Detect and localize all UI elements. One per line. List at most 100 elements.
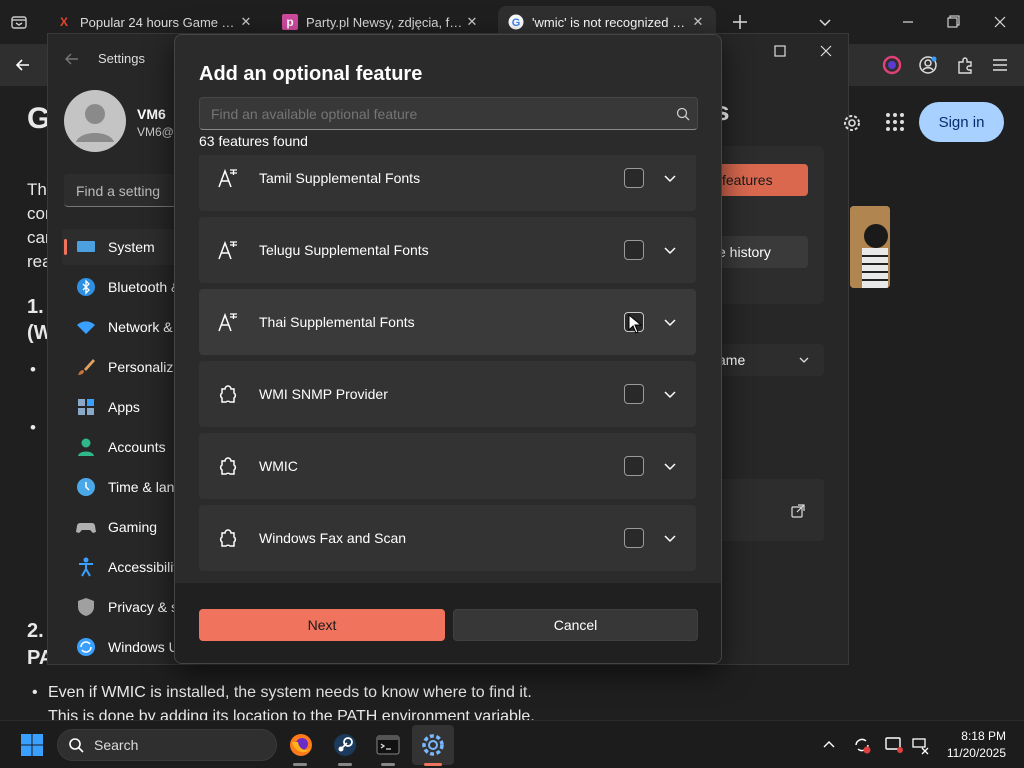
- bluetooth-icon: [77, 278, 95, 296]
- settings-close-icon[interactable]: [819, 44, 833, 58]
- display-icon[interactable]: [884, 735, 904, 755]
- dialog-title: Add an optional feature: [199, 63, 423, 85]
- feature-checkbox[interactable]: [624, 528, 644, 548]
- settings-back-icon[interactable]: [64, 51, 80, 67]
- sync-alert-icon[interactable]: [852, 735, 872, 755]
- windows-update-icon: [77, 638, 95, 656]
- clock-date[interactable]: 11/20/2025: [940, 746, 1006, 760]
- feature-name: Thai Supplemental Fonts: [259, 314, 415, 330]
- section-heading: 1.: [27, 296, 44, 318]
- running-indicator: [381, 763, 395, 766]
- restore-icon[interactable]: [946, 14, 962, 30]
- chevron-down-icon[interactable]: [662, 530, 678, 546]
- feature-name: WMI SNMP Provider: [259, 386, 388, 402]
- new-tab-icon[interactable]: [731, 13, 749, 31]
- feature-name: Tamil Supplemental Fonts: [259, 170, 421, 186]
- accessibility-icon: [79, 557, 93, 577]
- cancel-button[interactable]: Cancel: [453, 609, 698, 641]
- feature-search-input[interactable]: [199, 97, 698, 130]
- puzzle-icon: [219, 457, 237, 475]
- settings-title: Settings: [98, 51, 145, 66]
- extensions-icon[interactable]: [955, 55, 975, 75]
- chevron-down-icon[interactable]: [662, 242, 678, 258]
- search-icon[interactable]: [676, 107, 690, 121]
- close-tab-icon[interactable]: ✕: [238, 14, 254, 30]
- settings-taskbar-button[interactable]: [412, 725, 454, 765]
- taskbar-search-label: Search: [94, 737, 139, 753]
- avatar[interactable]: [64, 90, 126, 152]
- tab-list-chevron-icon[interactable]: [817, 14, 833, 30]
- list-item-windows-fax-scan[interactable]: Windows Fax and Scan: [199, 505, 696, 571]
- firefox-icon[interactable]: [288, 732, 314, 758]
- clock-time[interactable]: 8:18 PM: [940, 729, 1006, 743]
- menu-icon[interactable]: [991, 56, 1009, 74]
- time-language-icon: [77, 478, 95, 496]
- feature-checkbox[interactable]: [624, 240, 644, 260]
- next-button[interactable]: Next: [199, 609, 445, 641]
- section-heading: 2.: [27, 620, 44, 642]
- selection-indicator: [64, 239, 67, 255]
- mouse-cursor-icon: [628, 314, 642, 334]
- accounts-icon: [78, 438, 94, 456]
- open-external-icon[interactable]: [790, 503, 806, 519]
- sidebar-item-label: Windows U: [108, 639, 179, 655]
- chevron-down-icon[interactable]: [662, 458, 678, 474]
- taskbar-search-box[interactable]: Search: [57, 729, 277, 761]
- sidebar-item-label: System: [108, 239, 155, 255]
- settings-maximize-icon[interactable]: [773, 44, 787, 58]
- see-history-label: e history: [718, 244, 771, 260]
- settings-gear-icon: [422, 734, 444, 756]
- sidebar-item-label: Privacy & s: [108, 599, 179, 615]
- chevron-up-icon[interactable]: [822, 738, 836, 752]
- gear-icon[interactable]: [841, 112, 863, 134]
- sign-in-button[interactable]: Sign in: [919, 102, 1004, 142]
- account-icon[interactable]: [918, 55, 938, 75]
- chevron-down-icon[interactable]: [662, 170, 678, 186]
- list-item-wmic[interactable]: WMIC: [199, 433, 696, 499]
- list-item-wmi-snmp[interactable]: WMI SNMP Provider: [199, 361, 696, 427]
- list-item-telugu-fonts[interactable]: Telugu Supplemental Fonts: [199, 217, 696, 283]
- feature-checkbox[interactable]: [624, 384, 644, 404]
- network-icon: [77, 321, 95, 334]
- bullet-dot: •: [32, 684, 38, 701]
- google-icon: G: [508, 14, 524, 30]
- features-count: 63 features found: [199, 133, 308, 149]
- google-apps-icon[interactable]: [885, 112, 905, 132]
- windows-start-icon[interactable]: [20, 733, 44, 757]
- feature-name: WMIC: [259, 458, 298, 474]
- apps-icon: [78, 399, 94, 415]
- sidebar-item-label: Time & lan: [108, 479, 175, 495]
- search-icon: [69, 738, 84, 753]
- terminal-icon[interactable]: [376, 733, 400, 757]
- user-name: VM6: [137, 106, 166, 122]
- tab-title: Popular 24 hours Game Torrent: [80, 14, 238, 30]
- list-item-tamil-fonts[interactable]: Tamil Supplemental Fonts: [199, 155, 696, 211]
- settings-search-input[interactable]: Find a setting: [64, 174, 184, 207]
- close-tab-icon[interactable]: ✕: [464, 14, 480, 30]
- sort-label: ame: [718, 352, 746, 368]
- close-tab-icon[interactable]: ✕: [690, 14, 706, 30]
- chevron-down-icon[interactable]: [662, 314, 678, 330]
- running-indicator: [293, 763, 307, 766]
- minimize-icon[interactable]: [900, 14, 916, 30]
- profile-photo: [850, 206, 890, 288]
- svg-text:G: G: [512, 17, 521, 29]
- back-arrow-icon[interactable]: [14, 56, 32, 74]
- network-disconnected-icon[interactable]: [910, 735, 930, 755]
- chevron-down-icon[interactable]: [662, 386, 678, 402]
- tab-title: 'wmic' is not recognized as an in: [532, 14, 690, 30]
- feature-checkbox[interactable]: [624, 168, 644, 188]
- steam-icon[interactable]: [332, 732, 358, 758]
- profile-ring-icon[interactable]: [882, 55, 902, 75]
- feature-checkbox[interactable]: [624, 456, 644, 476]
- font-icon: [218, 240, 237, 260]
- close-window-icon[interactable]: [992, 14, 1008, 30]
- running-indicator: [338, 763, 352, 766]
- font-icon: [218, 168, 237, 188]
- sidebar-item-label: Bluetooth &: [108, 279, 181, 295]
- tab-overview-icon[interactable]: [10, 13, 28, 31]
- bullet-dot: •: [30, 360, 36, 379]
- active-indicator: [424, 763, 442, 766]
- sidebar-item-label: Accounts: [108, 439, 166, 455]
- list-item-thai-fonts[interactable]: Thai Supplemental Fonts: [199, 289, 696, 355]
